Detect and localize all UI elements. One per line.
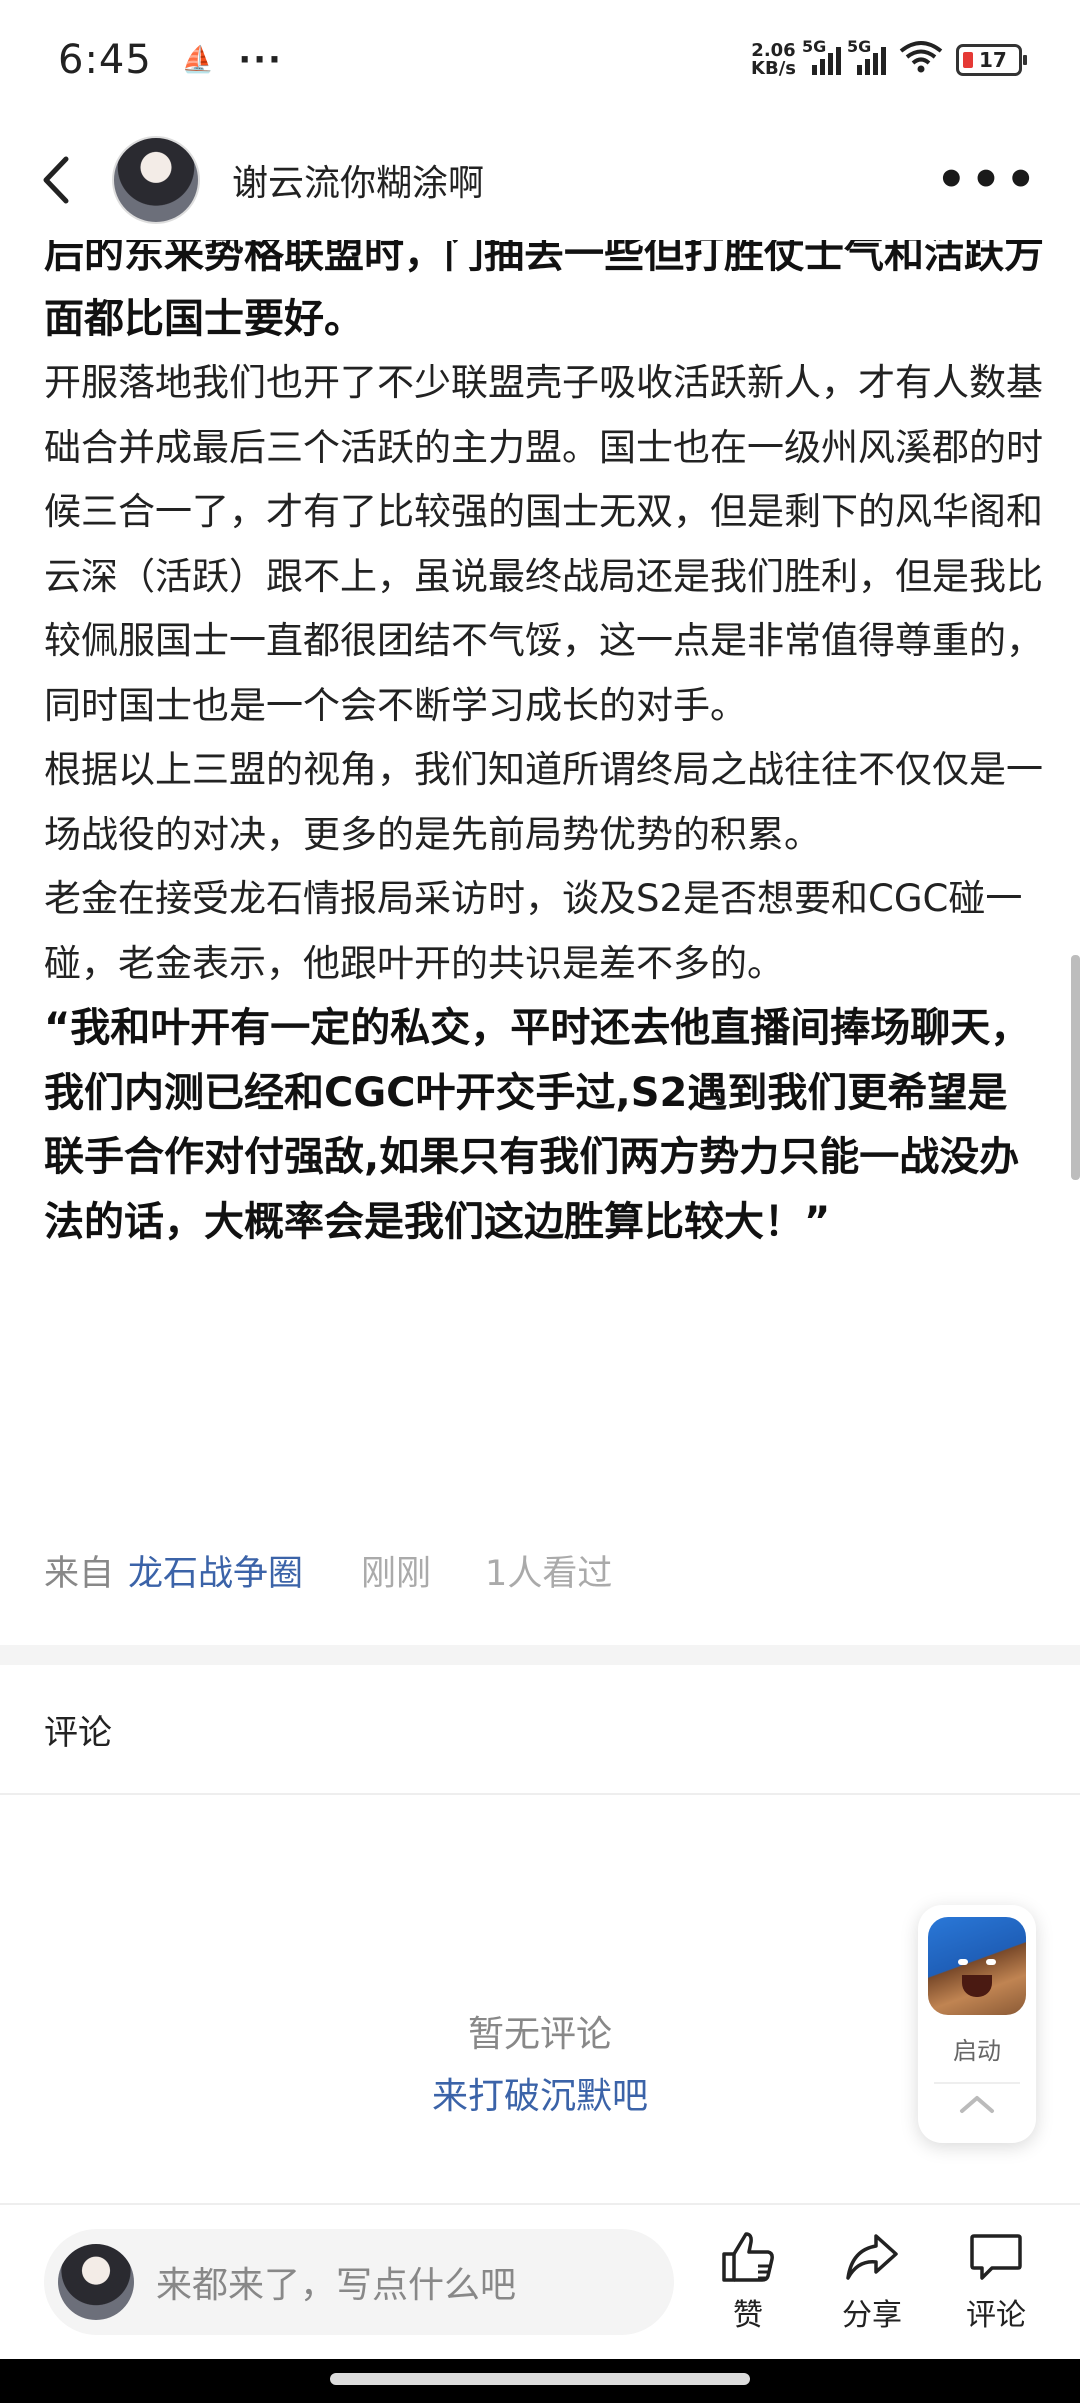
author-name[interactable]: 谢云流你糊涂啊 bbox=[232, 154, 484, 206]
article-paragraph: 根据以上三盟的视角，我们知道所谓终局之战往往不仅仅是一场战役的对决，更多的是先前… bbox=[44, 748, 1043, 856]
signal-type-sim1: 5G bbox=[802, 37, 827, 56]
signal-type-sim2: 5G bbox=[847, 37, 872, 56]
status-bar: 6:45 ⛵ ··· 2.06 KB/s 5G 5G 17 bbox=[0, 0, 1080, 120]
top-nav-bar: 谢云流你糊涂啊 ••• bbox=[0, 120, 1080, 240]
share-label: 分享 bbox=[842, 2298, 902, 2333]
more-options-icon[interactable]: ••• bbox=[936, 156, 1040, 204]
share-icon bbox=[846, 2234, 898, 2280]
signal-icon-sim1: 5G bbox=[802, 37, 841, 75]
comment-label: 评论 bbox=[966, 2298, 1026, 2333]
float-card-divider bbox=[934, 2082, 1020, 2084]
home-bar[interactable] bbox=[330, 2373, 750, 2385]
article-paragraph: 开服落地我们也开了不少联盟壳子吸收活跃新人，才有人数基础合并成最后三个活跃的主力… bbox=[44, 361, 1043, 727]
signal-icon-sim2: 5G bbox=[847, 37, 886, 75]
comments-heading: 评论 bbox=[44, 1713, 112, 1753]
notification-app-icon: ⛵ bbox=[181, 45, 215, 75]
author-avatar[interactable] bbox=[112, 136, 200, 224]
game-app-icon[interactable] bbox=[928, 1917, 1026, 2015]
bottom-action-bar: 来都来了，写点什么吧 赞 分享 评论 bbox=[0, 2203, 1080, 2359]
article-paragraph: 老金在接受龙石情报局采访时，谈及S2是否想要和CGC碰一碰，老金表示，他跟叶开的… bbox=[44, 877, 1023, 985]
status-time: 6:45 bbox=[58, 37, 152, 83]
article-paragraph: 后的东来势格联盟时，门抽丢一些但打胜仗士气和活跃方面都比国士要好。 bbox=[44, 231, 1044, 342]
view-count: 1人看过 bbox=[485, 1554, 613, 1594]
like-button[interactable]: 赞 bbox=[708, 2230, 788, 2334]
comment-input[interactable]: 来都来了，写点什么吧 bbox=[44, 2229, 674, 2335]
thumbs-up-icon bbox=[722, 2232, 774, 2282]
comments-divider bbox=[0, 1793, 1080, 1795]
post-time: 刚刚 bbox=[361, 1554, 432, 1594]
battery-icon: 17 bbox=[956, 44, 1027, 76]
source-label: 来自 bbox=[44, 1554, 115, 1594]
chevron-up-icon[interactable] bbox=[959, 2094, 995, 2118]
share-button[interactable]: 分享 bbox=[832, 2230, 912, 2334]
article-body: 后的东来势格联盟时，门抽丢一些但打胜仗士气和活跃方面都比国士要好。 开服落地我们… bbox=[44, 222, 1044, 1254]
network-speed: 2.06 KB/s bbox=[751, 42, 796, 78]
user-avatar bbox=[58, 2244, 134, 2320]
post-actions: 赞 分享 评论 bbox=[708, 2230, 1036, 2334]
article-quote: “我和叶开有一定的私交，平时还去他直播间捧场聊天，我们内测已经和CGC叶开交手过… bbox=[44, 1005, 1031, 1245]
break-silence-link[interactable]: 来打破沉默吧 bbox=[432, 2067, 648, 2119]
post-detail-page: 6:45 ⛵ ··· 2.06 KB/s 5G 5G 17 后的东来势格联盟时，… bbox=[0, 0, 1080, 2403]
scrollbar-thumb[interactable] bbox=[1071, 955, 1080, 1180]
network-speed-unit: KB/s bbox=[751, 58, 796, 79]
status-indicators: 2.06 KB/s 5G 5G 17 bbox=[751, 37, 1027, 82]
like-label: 赞 bbox=[733, 2298, 763, 2333]
post-meta: 来自 龙石战争圈 刚刚 1人看过 bbox=[44, 1545, 612, 1596]
floating-game-card: 启动 bbox=[918, 1905, 1036, 2143]
launch-button[interactable]: 启动 bbox=[953, 2031, 1001, 2066]
comment-input-placeholder: 来都来了，写点什么吧 bbox=[156, 2265, 517, 2306]
section-divider bbox=[0, 1645, 1080, 1665]
back-arrow-icon[interactable] bbox=[40, 150, 80, 210]
wifi-icon bbox=[898, 39, 944, 82]
battery-level: 17 bbox=[979, 48, 1007, 72]
source-circle-link[interactable]: 龙石战争圈 bbox=[128, 1545, 303, 1596]
comment-bubble-icon bbox=[970, 2234, 1022, 2280]
more-notifications-icon: ··· bbox=[238, 40, 283, 80]
home-indicator bbox=[0, 2359, 1080, 2403]
comment-button[interactable]: 评论 bbox=[956, 2230, 1036, 2334]
